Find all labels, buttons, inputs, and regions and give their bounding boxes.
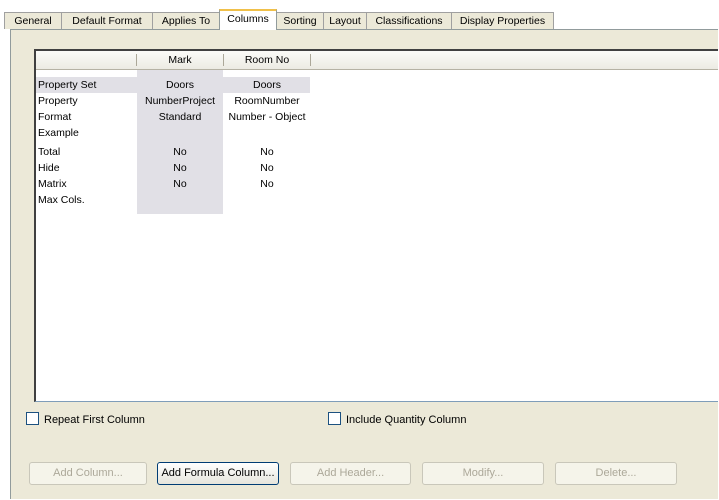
room-no-matrix-cell[interactable]: No [224, 176, 310, 192]
mark-matrix-cell[interactable]: No [137, 176, 223, 192]
row-label-max-cols: Max Cols. [38, 194, 85, 206]
room-no-property-cell[interactable]: RoomNumber [224, 93, 310, 109]
row-label-format: Format [38, 111, 72, 123]
tab-sorting[interactable]: Sorting [276, 12, 324, 29]
room-no-format-cell[interactable]: Number - Object [224, 109, 310, 125]
mark-property-cell[interactable]: NumberProject [137, 93, 223, 109]
tab-layout[interactable]: Layout [323, 12, 367, 29]
row-label-property: Property [38, 95, 78, 107]
include-quantity-column-label: Include Quantity Column [346, 414, 467, 426]
row-label-matrix: Matrix [38, 178, 67, 190]
mark-property-set-cell[interactable]: Doors [137, 77, 223, 93]
tab-columns[interactable]: Columns [219, 9, 277, 30]
column-header-room-no[interactable]: Room No [224, 51, 310, 69]
row-label-property-set: Property Set [38, 79, 97, 91]
repeat-first-column-option[interactable]: Repeat First Column [26, 412, 145, 428]
add-column-button[interactable]: Add Column... [29, 462, 147, 485]
column-header-mark[interactable]: Mark [137, 51, 223, 69]
tab-applies-to[interactable]: Applies To [152, 12, 220, 29]
tab-classifications[interactable]: Classifications [366, 12, 452, 29]
modify-button[interactable]: Modify... [422, 462, 544, 485]
mark-total-cell[interactable]: No [137, 144, 223, 160]
add-header-button[interactable]: Add Header... [290, 462, 411, 485]
mark-hide-cell[interactable]: No [137, 160, 223, 176]
grid-header: Mark Room No [36, 51, 718, 70]
header-separator [310, 54, 311, 66]
room-no-total-cell[interactable]: No [224, 144, 310, 160]
repeat-first-column-label: Repeat First Column [44, 414, 145, 426]
tab-general[interactable]: General [4, 12, 62, 29]
delete-button[interactable]: Delete... [555, 462, 677, 485]
include-quantity-column-checkbox[interactable] [328, 412, 341, 425]
row-label-total: Total [38, 146, 61, 158]
room-no-property-set-cell[interactable]: Doors [224, 77, 310, 93]
row-label-example: Example [38, 127, 79, 139]
include-quantity-column-option[interactable]: Include Quantity Column [328, 412, 466, 428]
mark-format-cell[interactable]: Standard [137, 109, 223, 125]
row-label-hide: Hide [38, 162, 60, 174]
columns-grid[interactable]: Mark Room No Property Set Property Forma… [34, 49, 718, 402]
repeat-first-column-checkbox[interactable] [26, 412, 39, 425]
tab-display-properties[interactable]: Display Properties [451, 12, 554, 29]
tab-default-format[interactable]: Default Format [61, 12, 153, 29]
room-no-hide-cell[interactable]: No [224, 160, 310, 176]
add-formula-column-button[interactable]: Add Formula Column... [157, 462, 279, 485]
